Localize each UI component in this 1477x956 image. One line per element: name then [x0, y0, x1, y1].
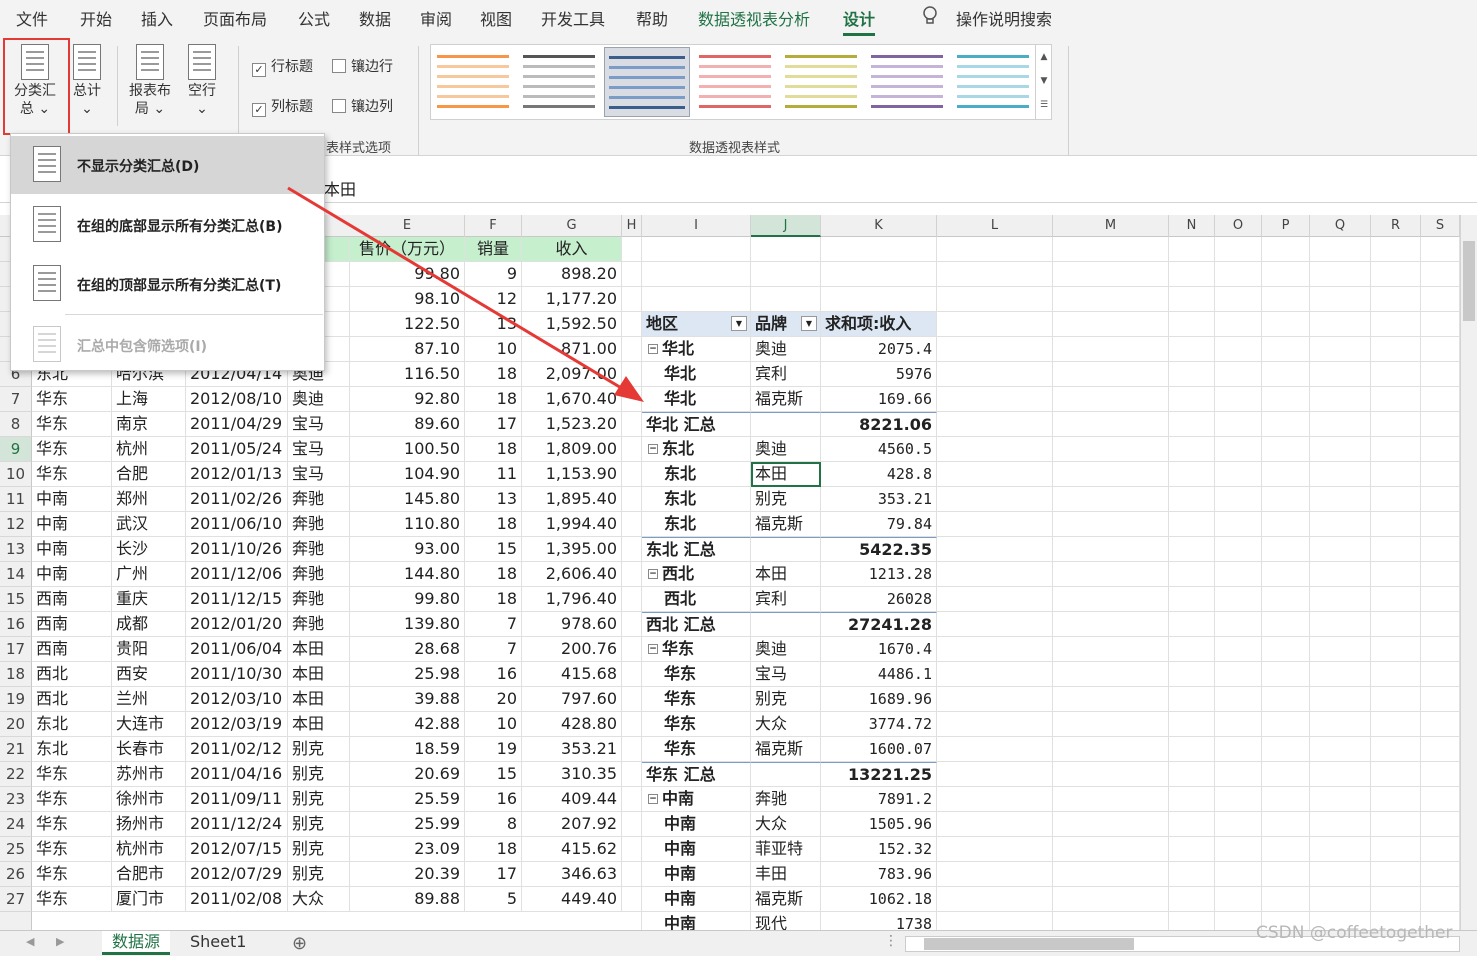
add-sheet-icon[interactable]: ⊕	[292, 933, 307, 954]
more-icon: ⋮	[884, 933, 898, 949]
sheet-tab-sheet1[interactable]: Sheet1	[180, 931, 256, 955]
sheet-tab-source[interactable]: 数据源	[102, 931, 171, 955]
chevron-right-icon[interactable]: ▶	[56, 935, 64, 948]
scroll-thumb[interactable]	[924, 938, 1134, 950]
sheet-tab-bar: ◀ ▶ 数据源 Sheet1 ⊕ ⋮ CSDN @coffeetogether	[0, 923, 1477, 956]
annotation-arrow	[287, 186, 644, 402]
scroll-thumb[interactable]	[1463, 241, 1475, 321]
vertical-scrollbar[interactable]	[1460, 215, 1477, 930]
watermark: CSDN @coffeetogether	[1256, 923, 1453, 943]
chevron-left-icon[interactable]: ◀	[26, 935, 34, 948]
